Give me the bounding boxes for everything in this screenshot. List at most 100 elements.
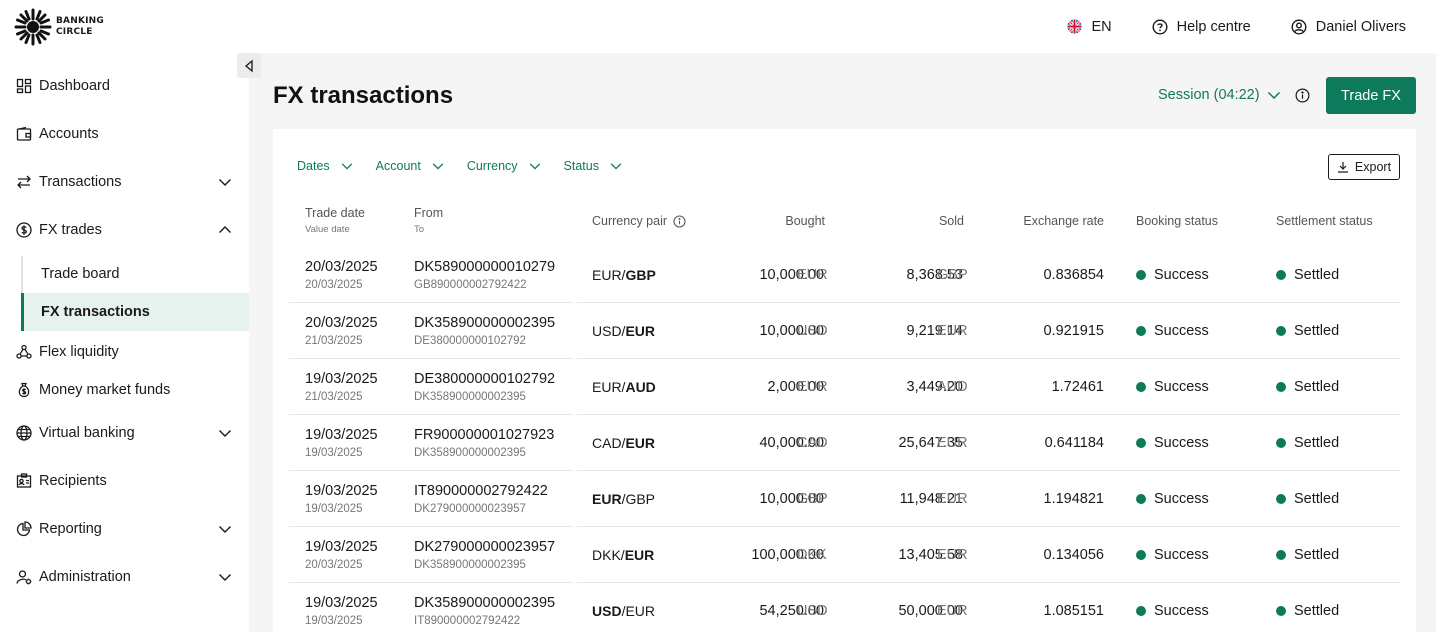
table-row[interactable]: 19/03/2025 19/03/2025 FR900000001027923 … — [289, 415, 1400, 471]
settlement-status-label: Settled — [1294, 379, 1340, 395]
contacts-icon — [15, 472, 33, 490]
sidebar-item-label: Reporting — [39, 521, 102, 537]
sold-currency: EUR — [937, 547, 968, 563]
trade-fx-button[interactable]: Trade FX — [1326, 77, 1416, 114]
booking-status-label: Success — [1154, 323, 1209, 339]
value-date: 20/03/2025 — [305, 279, 363, 291]
exchange-rate: 0.921915 — [1043, 323, 1104, 339]
sidebar-item-label: Flex liquidity — [39, 344, 119, 360]
settlement-status: Settled — [1276, 491, 1339, 507]
from-account: DK358900000002395 — [414, 595, 556, 611]
user-avatar-icon — [1291, 18, 1307, 35]
trade-date: 20/03/2025 — [305, 315, 378, 331]
sidebar-item-transactions[interactable]: Transactions — [0, 163, 249, 201]
sidebar-item-administration[interactable]: Administration — [0, 558, 249, 596]
chevron-down-icon — [341, 163, 352, 170]
transactions-card: Dates Account Currency Status Export Tra… — [273, 129, 1416, 632]
sidebar-item-accounts[interactable]: Accounts — [0, 115, 249, 153]
to-account: GB890000002792422 — [414, 279, 527, 291]
info-icon[interactable] — [1295, 88, 1310, 103]
sold-currency: AUD — [937, 379, 968, 395]
settlement-status: Settled — [1276, 267, 1339, 283]
col-to: To — [414, 224, 425, 235]
table-row[interactable]: 20/03/2025 20/03/2025 DK589000000010279 … — [289, 247, 1400, 303]
sidebar-item-money-market-funds[interactable]: Money market funds — [0, 371, 249, 409]
pair-quote: EUR — [625, 435, 656, 451]
col-bought[interactable]: Bought — [785, 214, 825, 228]
chevron-down-icon — [219, 526, 231, 533]
sidebar-item-dashboard[interactable]: Dashboard — [0, 67, 249, 105]
session-dropdown[interactable]: Session (04:22) — [1158, 87, 1282, 103]
pair-quote: EUR — [625, 323, 656, 339]
exchange-rate: 0.134056 — [1043, 547, 1104, 563]
col-value-date: Value date — [305, 224, 350, 235]
export-button[interactable]: Export — [1328, 154, 1400, 180]
pair-quote: GBP — [625, 267, 656, 283]
col-from[interactable]: From — [414, 206, 443, 220]
status-dot — [1136, 270, 1146, 280]
status-dot — [1276, 382, 1286, 392]
status-dot — [1276, 270, 1286, 280]
filter-account[interactable]: Account — [376, 159, 445, 173]
sidebar-item-label: Dashboard — [39, 78, 110, 94]
sidebar-item-flex-liquidity[interactable]: Flex liquidity — [0, 333, 249, 371]
table-row[interactable]: 20/03/2025 21/03/2025 DK358900000002395 … — [289, 303, 1400, 359]
language-selector[interactable]: EN — [1067, 19, 1112, 35]
exchange-rate: 1.085151 — [1043, 603, 1104, 619]
arrows-icon — [15, 173, 33, 191]
chevron-down-icon — [610, 163, 622, 170]
trade-date: 19/03/2025 — [305, 595, 378, 611]
sidebar-item-label: Recipients — [39, 473, 107, 489]
pair-quote: /EUR — [621, 603, 656, 619]
brand-name: BANKING CIRCLE — [56, 16, 104, 38]
sidebar-item-label: Virtual banking — [39, 425, 135, 441]
top-bar: BANKING CIRCLE EN Help centre Daniel Oli… — [0, 0, 1436, 53]
exchange-rate: 1.72461 — [1051, 379, 1104, 395]
from-account: DE380000000102792 — [414, 371, 556, 387]
trade-date: 19/03/2025 — [305, 427, 378, 443]
sidebar-subitem-trade-board[interactable]: Trade board — [21, 255, 249, 293]
filter-dates[interactable]: Dates — [297, 159, 354, 173]
table-row[interactable]: 19/03/2025 20/03/2025 DK279000000023957 … — [289, 527, 1400, 583]
pair-quote: EUR — [624, 547, 655, 563]
table-row[interactable]: 19/03/2025 19/03/2025 DK358900000002395 … — [289, 583, 1400, 632]
col-trade-date[interactable]: Trade date — [305, 206, 365, 220]
chevron-down-icon — [219, 179, 231, 186]
page-title: FX transactions — [273, 82, 454, 109]
col-currency-pair-label: Currency pair — [592, 214, 668, 228]
col-booking-status[interactable]: Booking status — [1136, 214, 1218, 228]
booking-status: Success — [1136, 491, 1209, 507]
user-menu[interactable]: Daniel Olivers — [1291, 19, 1406, 35]
info-icon[interactable] — [673, 214, 686, 228]
value-date: 21/03/2025 — [305, 391, 363, 403]
sidebar-item-reporting[interactable]: Reporting — [0, 510, 249, 548]
settlement-status: Settled — [1276, 379, 1339, 395]
col-sold[interactable]: Sold — [939, 214, 964, 228]
sidebar-subitem-fx-transactions[interactable]: FX transactions — [21, 293, 249, 331]
col-settlement-status[interactable]: Settlement status — [1276, 214, 1373, 228]
uk-flag-icon — [1067, 19, 1082, 34]
col-exchange-rate[interactable]: Exchange rate — [1023, 214, 1104, 228]
bought-currency: USD — [797, 603, 828, 619]
bought-currency: EUR — [797, 379, 828, 395]
col-currency-pair[interactable]: Currency pair — [592, 214, 686, 228]
sidebar-item-recipients[interactable]: Recipients — [0, 462, 249, 500]
brand-line-1: BANKING — [56, 16, 104, 26]
globe-icon — [15, 424, 33, 442]
booking-status-label: Success — [1154, 491, 1209, 507]
to-account: IT890000002792422 — [414, 615, 521, 627]
user-gear-icon — [15, 568, 33, 586]
filter-currency[interactable]: Currency — [467, 159, 542, 173]
currency-pair: EUR/GBP — [592, 267, 656, 283]
settlement-status-label: Settled — [1294, 547, 1340, 563]
table-row[interactable]: 19/03/2025 21/03/2025 DE380000000102792 … — [289, 359, 1400, 415]
filter-status[interactable]: Status — [564, 159, 623, 173]
collapse-sidebar-button[interactable] — [237, 53, 261, 78]
brand-logo[interactable]: BANKING CIRCLE — [14, 8, 104, 46]
sidebar-item-fx-trades[interactable]: FX trades — [0, 211, 249, 249]
sidebar-item-virtual-banking[interactable]: Virtual banking — [0, 414, 249, 452]
currency-pair: USD/EUR — [592, 323, 655, 339]
table-row[interactable]: 19/03/2025 19/03/2025 IT890000002792422 … — [289, 471, 1400, 527]
exchange-rate: 1.194821 — [1043, 491, 1104, 507]
help-centre-link[interactable]: Help centre — [1152, 19, 1251, 35]
